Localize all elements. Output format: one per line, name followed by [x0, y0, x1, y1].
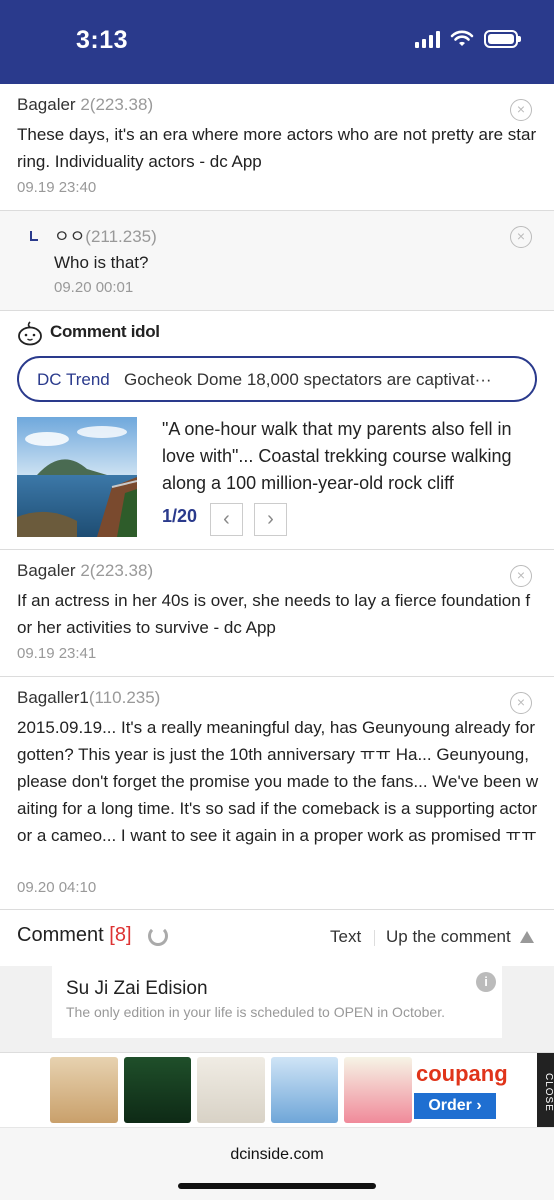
ad-description: The only edition in your life is schedul… [66, 1004, 445, 1020]
status-time: 3:13 [76, 26, 129, 54]
author-ip: 2(223.38) [75, 95, 154, 114]
comment-count: [8] [109, 924, 132, 946]
battery-icon [484, 30, 521, 48]
comment-item: Bagaller1(110.235) × 2015.09.19... It's … [0, 677, 554, 910]
divider [374, 930, 375, 946]
order-button[interactable]: Order › [414, 1093, 496, 1119]
close-ad-button[interactable]: CLOSE [537, 1053, 554, 1128]
ad-section: Su Ji Zai Edision The only edition in yo… [0, 966, 554, 1056]
comment-idol-title: Comment idol [50, 322, 160, 341]
browser-address-bar[interactable]: dcinside.com [0, 1127, 554, 1200]
article-thumbnail[interactable] [17, 417, 137, 537]
article-title[interactable]: "A one-hour walk that my parents also fe… [162, 416, 534, 497]
status-icons [415, 30, 521, 48]
product-image[interactable] [270, 1057, 339, 1123]
comment-body: 2015.09.19... It's a really meaningful d… [17, 718, 539, 845]
author-name: Bagaler [17, 95, 76, 114]
comment-body: These days, it's an era where more actor… [17, 125, 537, 171]
product-image[interactable] [50, 1057, 118, 1123]
author-ip: (211.235) [85, 227, 157, 246]
comment-date: 09.20 00:01 [54, 279, 134, 296]
comment-body: If an actress in her 40s is over, she ne… [17, 591, 531, 637]
carousel-pager: 1/20 [162, 506, 198, 526]
comment-date: 09.19 23:40 [17, 179, 97, 196]
product-image[interactable] [123, 1057, 192, 1123]
comment-author[interactable]: Bagaler 2(223.38) [17, 561, 153, 581]
info-icon[interactable]: i [476, 972, 496, 992]
author-ip: (110.235) [88, 688, 161, 707]
refresh-icon[interactable] [148, 926, 168, 946]
author-name: ㅇㅇ [54, 227, 86, 246]
delete-comment-icon[interactable]: × [510, 565, 532, 587]
text-link[interactable]: Text [330, 927, 361, 947]
comment-item: Bagaler 2(223.38) × If an actress in her… [0, 550, 554, 677]
comment-body: Who is that? [54, 253, 149, 272]
home-indicator[interactable] [178, 1183, 376, 1189]
ad-card[interactable]: Su Ji Zai Edision The only edition in yo… [52, 966, 502, 1038]
comment-idol-section: Comment idol DC Trend Gocheok Dome 18,00… [0, 310, 554, 550]
up-the-comment-link[interactable]: Up the comment [386, 927, 511, 947]
next-button[interactable]: › [254, 503, 287, 536]
comment-author[interactable]: Bagaler 2(223.38) [17, 95, 153, 115]
delete-comment-icon[interactable]: × [510, 226, 532, 248]
reply-item: ㅇㅇ(211.235) × Who is that? 09.20 00:01 [0, 211, 554, 311]
comment-section-title: Comment [8] [17, 924, 132, 947]
dc-trend-banner[interactable]: DC Trend Gocheok Dome 18,000 spectators … [17, 356, 537, 402]
wifi-icon [450, 30, 474, 46]
coupang-logo: coupang [416, 1061, 508, 1086]
product-strip[interactable] [50, 1057, 412, 1123]
ad-title: Su Ji Zai Edision [66, 978, 208, 999]
comment-author[interactable]: Bagaller1(110.235) [17, 688, 160, 708]
author-name: Bagaller1 [17, 688, 89, 707]
trend-label: DC Trend [37, 370, 110, 389]
prev-button[interactable]: ‹ [210, 503, 243, 536]
coupang-banner[interactable]: coupang Order › CLOSE [0, 1052, 554, 1128]
comment-item: Bagaler 2(223.38) × These days, it's an … [0, 84, 554, 211]
product-image[interactable] [197, 1057, 265, 1123]
comment-header-bar: Comment [8] Text Up the comment [0, 910, 554, 966]
url-text[interactable]: dcinside.com [0, 1146, 554, 1164]
idol-face-icon [18, 321, 42, 346]
status-bar: 3:13 [0, 0, 554, 84]
signal-icon [415, 30, 440, 48]
product-image[interactable] [344, 1057, 412, 1123]
comment-date: 09.19 23:41 [17, 645, 97, 662]
author-name: Bagaler [17, 561, 76, 580]
reply-arrow-icon [30, 231, 38, 241]
author-ip: 2(223.38) [75, 561, 154, 580]
delete-comment-icon[interactable]: × [510, 99, 532, 121]
comment-author[interactable]: ㅇㅇ(211.235) [54, 222, 157, 247]
trend-text: Gocheok Dome 18,000 spectators are capti… [124, 370, 492, 389]
comment-title-label: Comment [17, 924, 104, 946]
delete-comment-icon[interactable]: × [510, 692, 532, 714]
triangle-up-icon[interactable] [520, 931, 534, 943]
comment-date: 09.20 04:10 [17, 879, 97, 896]
